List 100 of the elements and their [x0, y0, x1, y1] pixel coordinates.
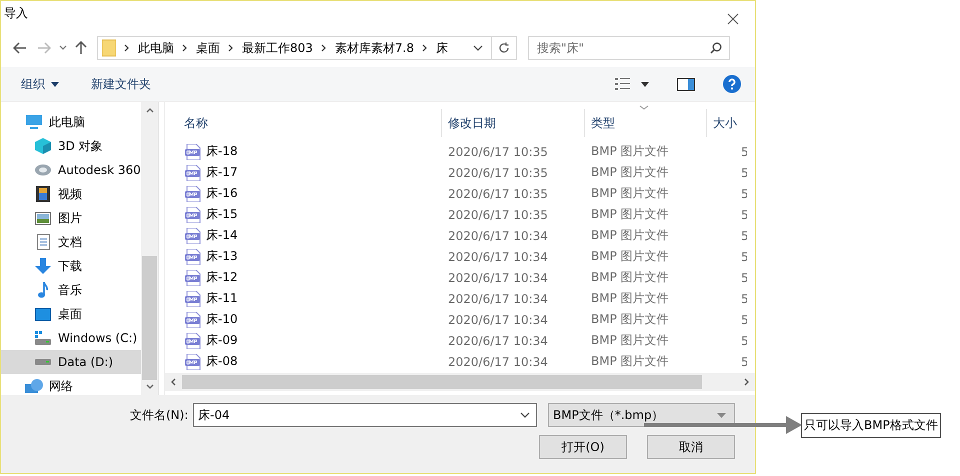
- chevron-down-icon[interactable]: [59, 45, 67, 51]
- table-cell-text: BMP 图片文件: [590, 311, 670, 328]
- file-name[interactable]: 床-18: [206, 143, 238, 160]
- table-cell-text: BMP 图片文件: [590, 143, 670, 160]
- nav-item[interactable]: 音乐: [1, 278, 141, 302]
- file-name[interactable]: 床-08: [206, 353, 238, 370]
- cube-icon: [35, 138, 51, 154]
- bmp-file-icon: [185, 312, 201, 328]
- column-header[interactable]: 名称: [165, 109, 442, 137]
- table-cell-text: 2020/6/17 10:34: [447, 312, 549, 326]
- scroll-left-icon[interactable]: [171, 378, 176, 386]
- breadcrumb[interactable]: 最新工作803: [242, 40, 313, 56]
- search-field[interactable]: 搜索"床": [528, 36, 730, 60]
- chevron-right-icon: [320, 44, 327, 52]
- bmp-file-icon: [185, 228, 201, 244]
- nav-item[interactable]: 文档: [1, 230, 141, 254]
- picture-icon: [35, 212, 51, 224]
- column-header[interactable]: 大小: [707, 109, 747, 137]
- file-name[interactable]: 床-17: [206, 164, 238, 181]
- breadcrumb[interactable]: 此电脑: [138, 40, 174, 56]
- table-cell-text: BMP 图片文件: [590, 227, 670, 244]
- nav-item[interactable]: 视频: [1, 182, 141, 206]
- nav-item[interactable]: 桌面: [1, 302, 141, 326]
- breadcrumb[interactable]: 桌面: [196, 40, 220, 56]
- table-cell-text: 2020/6/17 10:35: [447, 208, 549, 222]
- table-cell-text: 2020/6/17 10:34: [447, 334, 549, 348]
- chevron-right-icon: [182, 44, 188, 52]
- bmp-file-icon: [185, 164, 201, 180]
- desktop-icon: [35, 308, 51, 320]
- down-arrow-icon: [35, 258, 51, 274]
- open-button[interactable]: 打开(O): [539, 435, 627, 459]
- breadcrumb[interactable]: 床: [436, 40, 448, 56]
- bmp-file-icon: [185, 206, 201, 222]
- scroll-up-icon[interactable]: [146, 108, 154, 113]
- close-icon[interactable]: [727, 13, 739, 25]
- network-icon: [25, 379, 43, 393]
- file-name-label: 文件名(N):: [130, 406, 190, 424]
- scrollbar[interactable]: [165, 373, 755, 391]
- chevron-down-icon[interactable]: [473, 45, 483, 51]
- caret-icon[interactable]: [51, 82, 59, 86]
- file-name[interactable]: 床-14: [206, 227, 238, 244]
- table-cell-text: 2020/6/17 10:34: [447, 228, 549, 242]
- nav-item[interactable]: Windows (C:): [1, 326, 141, 350]
- table-cell-text: 2020/6/17 10:34: [447, 354, 549, 368]
- file-type-dropdown[interactable]: BMP文件（*.bmp）: [548, 403, 735, 427]
- chevron-right-icon: [422, 44, 428, 52]
- file-name[interactable]: 床-11: [206, 290, 238, 307]
- scroll-down-icon[interactable]: [146, 384, 154, 389]
- up-arrow-icon[interactable]: [75, 41, 87, 55]
- nav-item[interactable]: Autodesk 360: [1, 158, 141, 182]
- music-note-icon: [38, 282, 48, 298]
- sort-caret-icon: [639, 105, 649, 110]
- table-cell-text: BMP 图片文件: [590, 332, 670, 349]
- back-arrow-icon[interactable]: [13, 42, 27, 54]
- nav-item[interactable]: Data (D:): [1, 350, 141, 374]
- table-cell-text: BMP 图片文件: [590, 248, 670, 265]
- file-name[interactable]: 床-16: [206, 185, 238, 202]
- nav-item[interactable]: 3D 对象: [1, 134, 141, 158]
- caret-icon: [717, 412, 726, 418]
- table-cell-text: 2020/6/17 10:34: [447, 250, 549, 264]
- column-header[interactable]: 修改日期: [442, 109, 585, 137]
- file-name[interactable]: 床-10: [206, 311, 238, 328]
- chevron-right-icon: [124, 44, 130, 52]
- breadcrumb[interactable]: 素材库素材7.8: [334, 40, 414, 56]
- column-header[interactable]: 类型: [585, 109, 707, 137]
- bmp-file-icon: [185, 290, 201, 306]
- nav-item[interactable]: 图片: [1, 206, 141, 230]
- file-name-field[interactable]: 床-04: [193, 403, 537, 427]
- cancel-button[interactable]: 取消: [647, 435, 735, 459]
- file-name[interactable]: 床-13: [206, 248, 238, 265]
- table-cell-text: BMP 图片文件: [590, 164, 670, 181]
- organize-button[interactable]: 组织: [17, 74, 63, 94]
- help-icon[interactable]: [723, 75, 741, 93]
- bmp-file-icon: [185, 332, 201, 348]
- scrollbar[interactable]: [141, 102, 158, 395]
- bmp-file-icon: [185, 186, 201, 202]
- new-folder-button[interactable]: 新建文件夹: [87, 74, 155, 94]
- chevron-right-icon: [228, 44, 234, 52]
- chevron-down-icon[interactable]: [520, 412, 530, 418]
- table-cell-text: BMP 图片文件: [590, 290, 670, 307]
- nav-item[interactable]: 此电脑: [1, 110, 141, 134]
- scroll-right-icon[interactable]: [744, 378, 749, 386]
- nav-item[interactable]: 下载: [1, 254, 141, 278]
- caret-icon[interactable]: [641, 82, 649, 86]
- address-bar[interactable]: 此电脑 桌面 最新工作803 素材库素材7.8 床: [97, 36, 517, 60]
- refresh-icon[interactable]: [498, 42, 510, 54]
- document-icon: [36, 234, 50, 250]
- view-list-icon[interactable]: [615, 78, 631, 90]
- file-name[interactable]: 床-12: [206, 269, 238, 286]
- window-title: 导入: [4, 5, 28, 22]
- film-icon: [36, 186, 50, 202]
- table-cell-text: 2020/6/17 10:35: [447, 144, 549, 158]
- table-cell-text: BMP 图片文件: [590, 269, 670, 286]
- table-cell-text: BMP 图片文件: [590, 185, 670, 202]
- preview-pane-icon[interactable]: [677, 78, 695, 90]
- file-name[interactable]: 床-09: [206, 332, 238, 349]
- nav-item[interactable]: 网络: [1, 374, 141, 395]
- search-icon: [710, 42, 722, 54]
- file-name[interactable]: 床-15: [206, 206, 238, 223]
- drive-icon: [35, 359, 51, 365]
